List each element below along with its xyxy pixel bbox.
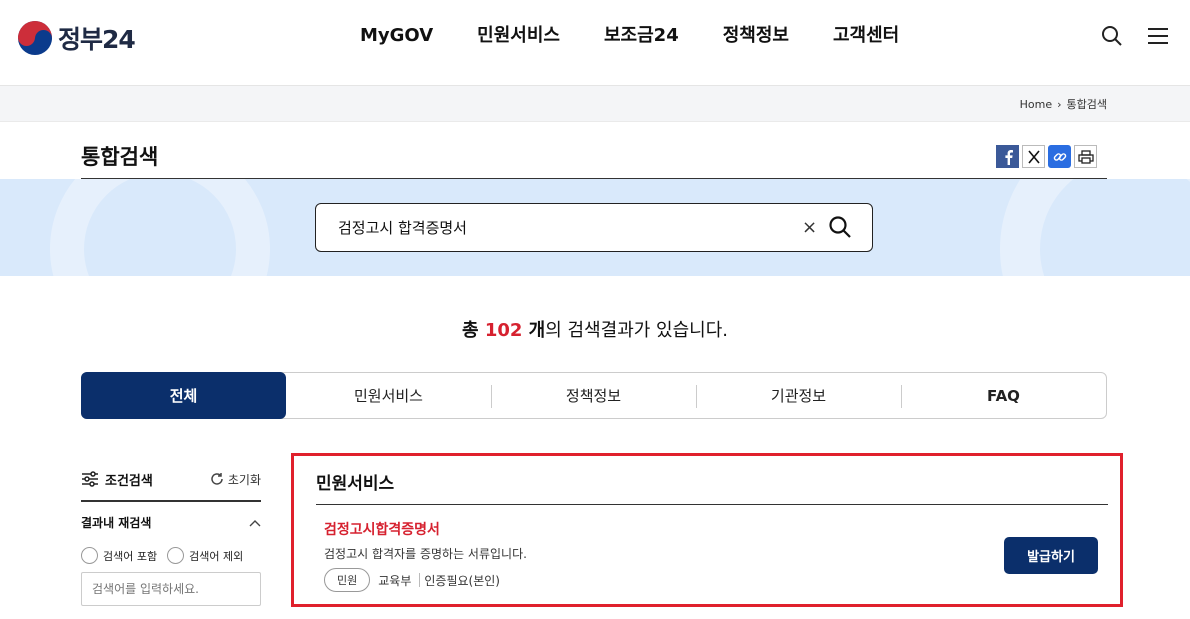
radio-include-label: 검색어 포함 <box>103 549 158 563</box>
search-input[interactable] <box>338 204 778 251</box>
breadcrumb-home[interactable]: Home <box>1020 98 1052 111</box>
reset-button[interactable]: 초기화 <box>210 471 261 488</box>
breadcrumb-current[interactable]: 통합검색 <box>1067 96 1107 112</box>
category-badge: 민원 <box>324 568 371 592</box>
x-twitter-icon[interactable] <box>1022 145 1045 168</box>
print-icon[interactable] <box>1074 145 1097 168</box>
breadcrumb-bar: Home › 통합검색 <box>0 86 1190 122</box>
radio-include[interactable]: 검색어 포함 <box>81 547 157 564</box>
section-divider <box>316 504 1108 505</box>
nav-customer-center[interactable]: 고객센터 <box>833 24 899 48</box>
chevron-up-icon[interactable] <box>249 519 261 527</box>
logo-text: 정부24 <box>58 25 136 54</box>
nav-mygov[interactable]: MyGOV <box>360 24 433 48</box>
agency-name: 교육부 <box>378 573 412 588</box>
refine-section-label: 결과내 재검색 <box>81 516 152 530</box>
filter-title: 조건검색 <box>81 470 153 489</box>
filter-title-label: 조건검색 <box>105 473 153 489</box>
search-band: × <box>0 179 1190 276</box>
result-unit: 개 <box>522 320 546 341</box>
reset-label: 초기화 <box>227 472 261 487</box>
result-count: 총 102 개의 검색결과가 있습니다. <box>0 316 1190 342</box>
sliders-icon <box>82 471 98 487</box>
tab-all[interactable]: 전체 <box>81 372 286 419</box>
share-buttons <box>996 145 1097 168</box>
civil-service-results: 민원서비스 검정고시합격증명서 검정고시 합격자를 증명하는 서류입니다. 민원… <box>291 453 1123 607</box>
facebook-icon[interactable] <box>996 145 1019 168</box>
chevron-right-icon: › <box>1057 97 1062 111</box>
site-header: 정부24 MyGOV 민원서비스 보조금24 정책정보 고객센터 <box>0 0 1190 86</box>
page-title: 통합검색 <box>81 145 159 169</box>
radio-exclude-label: 검색어 제외 <box>189 549 244 563</box>
result-number: 102 <box>484 320 523 341</box>
main-nav: MyGOV 민원서비스 보조금24 정책정보 고객센터 <box>360 24 943 48</box>
auth-requirement: 인증필요(본인) <box>424 573 500 588</box>
result-item-meta: 민원 교육부 인증필요(본인) <box>324 568 500 592</box>
menu-icon[interactable] <box>1146 24 1170 48</box>
radio-exclude[interactable]: 검색어 제외 <box>167 547 243 564</box>
taegeuk-logo-icon <box>18 21 52 55</box>
result-item-description: 검정고시 합격자를 증명하는 서류입니다. <box>324 547 527 561</box>
tab-civil-service[interactable]: 민원서비스 <box>286 373 491 418</box>
section-title: 민원서비스 <box>316 474 395 494</box>
filter-sidebar: 조건검색 초기화 결과내 재검색 검색어 포함 검색어 제외 <box>81 466 261 606</box>
tab-faq[interactable]: FAQ <box>901 373 1106 418</box>
category-tabs: 전체 민원서비스 정책정보 기관정보 FAQ <box>81 372 1107 419</box>
nav-subsidy24[interactable]: 보조금24 <box>604 24 679 48</box>
nav-policy-info[interactable]: 정책정보 <box>723 24 789 48</box>
refresh-icon <box>211 473 223 485</box>
site-logo[interactable]: 정부24 <box>18 20 136 56</box>
search-submit-icon[interactable] <box>828 215 852 243</box>
tab-agency-info[interactable]: 기관정보 <box>696 373 901 418</box>
breadcrumb: Home › 통합검색 <box>1020 96 1107 112</box>
search-box: × <box>315 203 873 252</box>
link-icon[interactable] <box>1048 145 1071 168</box>
nav-civil-service[interactable]: 민원서비스 <box>477 24 560 48</box>
refine-section[interactable]: 결과내 재검색 <box>81 514 261 531</box>
clear-icon[interactable]: × <box>802 217 817 238</box>
issue-button[interactable]: 발급하기 <box>1004 537 1098 574</box>
tab-policy-info[interactable]: 정책정보 <box>491 373 696 418</box>
result-item-title[interactable]: 검정고시합격증명서 <box>324 519 440 539</box>
refine-search-input[interactable] <box>81 572 261 606</box>
search-icon[interactable] <box>1100 24 1124 48</box>
result-suffix: 의 검색결과가 있습니다. <box>545 320 728 341</box>
result-prefix: 총 <box>462 320 485 341</box>
